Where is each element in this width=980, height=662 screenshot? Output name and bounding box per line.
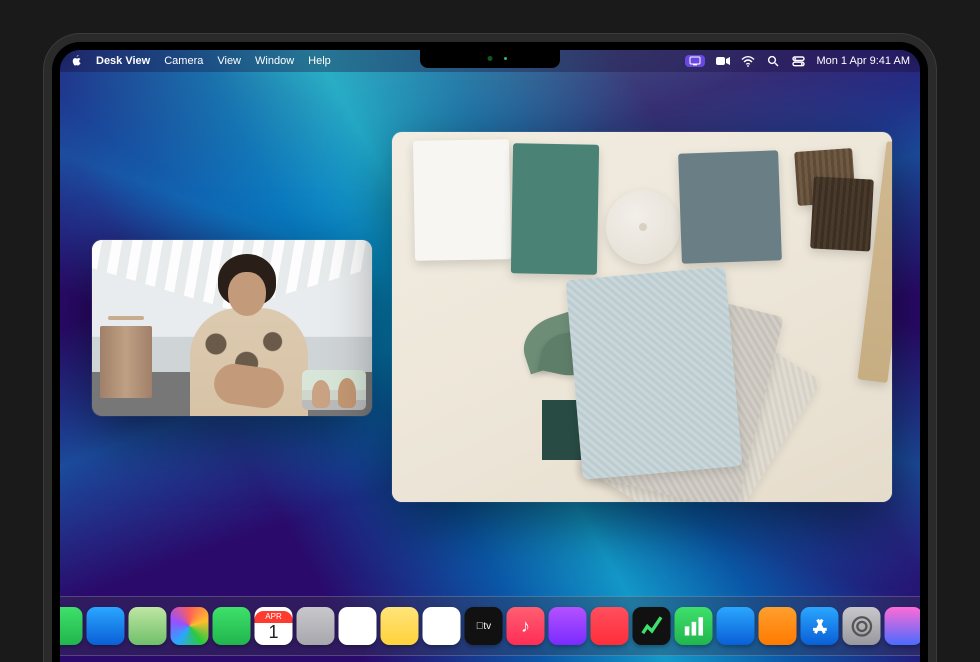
swatch-white-tile: [413, 139, 511, 261]
facetime-status-icon[interactable]: [716, 54, 730, 68]
menu-help[interactable]: Help: [308, 55, 331, 67]
dock-contacts[interactable]: [297, 607, 335, 645]
dock-settings[interactable]: [843, 607, 881, 645]
dock-calendar[interactable]: APR 1: [255, 607, 293, 645]
camera-led-icon: [504, 57, 507, 60]
swatch-stone-disc: [606, 190, 680, 264]
dock-appstore[interactable]: [801, 607, 839, 645]
dock-pages[interactable]: [759, 607, 797, 645]
dock: APR 1 tv ♪: [60, 596, 920, 656]
facetime-pip[interactable]: [302, 370, 366, 410]
dock-keynote[interactable]: [717, 607, 755, 645]
dock-messages[interactable]: [60, 607, 83, 645]
dock-photos[interactable]: [171, 607, 209, 645]
camera-dot-icon: [488, 56, 493, 61]
dock-music[interactable]: ♪: [507, 607, 545, 645]
display-notch: [420, 50, 560, 68]
menu-view[interactable]: View: [217, 55, 241, 67]
control-center-icon[interactable]: [791, 54, 805, 68]
desktop[interactable]: Desk View Camera View Window Help: [60, 50, 920, 662]
desk-view-feed: [392, 132, 892, 502]
dock-stocks[interactable]: [633, 607, 671, 645]
dock-shortcuts[interactable]: [885, 607, 921, 645]
menu-window[interactable]: Window: [255, 55, 294, 67]
swatch-slate-tile: [678, 150, 782, 263]
dock-numbers[interactable]: [675, 607, 713, 645]
ruler: [857, 141, 892, 383]
fabric-swatch-fan: [582, 278, 832, 478]
dock-reminders[interactable]: [339, 607, 377, 645]
desk-view-window[interactable]: [392, 132, 892, 502]
facetime-presenter: [170, 246, 320, 416]
dock-notes[interactable]: [381, 607, 419, 645]
swatch-wood-dark: [810, 176, 874, 251]
dock-news[interactable]: [591, 607, 629, 645]
dock-facetime[interactable]: [213, 607, 251, 645]
laptop-frame: Desk View Camera View Window Help: [52, 42, 928, 662]
dock-maps[interactable]: [129, 607, 167, 645]
wifi-icon[interactable]: [741, 54, 755, 68]
facetime-window[interactable]: [92, 240, 372, 416]
menubar-app-name[interactable]: Desk View: [96, 55, 150, 67]
swatch-teal-tile: [511, 143, 599, 274]
calendar-day-label: 1: [268, 623, 278, 641]
menu-camera[interactable]: Camera: [164, 55, 203, 67]
dock-mail[interactable]: [87, 607, 125, 645]
dock-podcasts[interactable]: [549, 607, 587, 645]
menubar-clock[interactable]: Mon 1 Apr 9:41 AM: [816, 55, 910, 67]
dock-freeform[interactable]: [423, 607, 461, 645]
screen-share-status-icon[interactable]: [685, 55, 705, 67]
spotlight-icon[interactable]: [766, 54, 780, 68]
dock-tv[interactable]: tv: [465, 607, 503, 645]
apple-menu[interactable]: [70, 55, 82, 67]
